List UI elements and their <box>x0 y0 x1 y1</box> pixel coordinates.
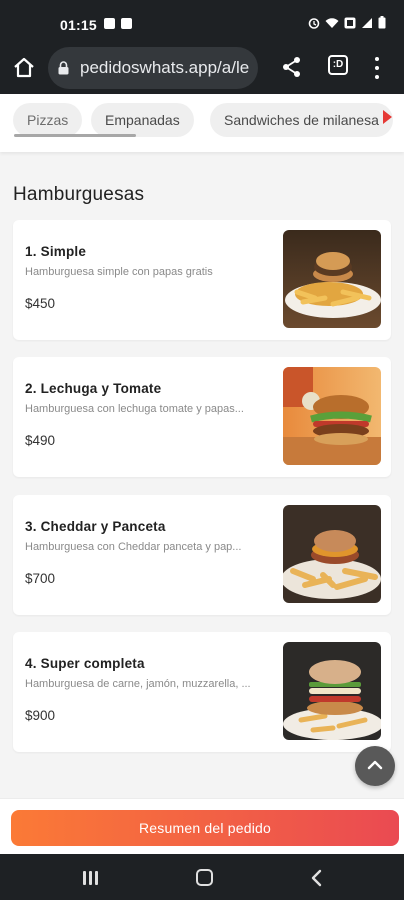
scroll-right-arrow-icon[interactable] <box>383 110 392 124</box>
category-tabs: Pizzas Empanadas Sandwiches de milanesa <box>0 94 404 152</box>
wifi-icon <box>325 17 339 28</box>
product-price: $450 <box>25 296 56 311</box>
url-text: pedidoswhats.app/a/le <box>80 58 250 77</box>
tabs-icon[interactable]: :D <box>328 55 348 75</box>
signal-icon <box>362 17 372 28</box>
browser-toolbar: pedidoswhats.app/a/le :D <box>0 42 404 94</box>
product-card[interactable]: 1. Simple Hamburguesa simple con papas g… <box>13 220 391 340</box>
data-icon <box>344 17 356 28</box>
product-price: $700 <box>25 571 56 586</box>
recents-icon[interactable] <box>83 871 99 885</box>
product-image <box>283 230 381 328</box>
order-footer: Resumen del pedido <box>0 798 404 854</box>
product-name: 3. Cheddar y Panceta <box>25 519 166 534</box>
status-bar: 01:15 <box>0 0 404 42</box>
product-description: Hamburguesa con lechuga tomate y papas..… <box>25 403 244 415</box>
status-icons <box>308 16 386 29</box>
product-card[interactable]: 2. Lechuga y Tomate Hamburguesa con lech… <box>13 357 391 477</box>
product-price: $490 <box>25 433 56 448</box>
address-bar[interactable]: pedidoswhats.app/a/le <box>48 47 258 89</box>
home-icon[interactable] <box>12 56 36 80</box>
category-scroll-indicator <box>14 134 136 137</box>
category-tab-pizzas[interactable]: Pizzas <box>13 103 83 137</box>
lock-icon <box>58 61 69 75</box>
more-vert-icon[interactable] <box>370 55 384 81</box>
scroll-to-top-button[interactable] <box>355 746 395 786</box>
product-description: Hamburguesa de carne, jamón, muzzarella,… <box>25 678 251 690</box>
product-price: $900 <box>25 708 56 723</box>
product-description: Hamburguesa simple con papas gratis <box>25 266 213 278</box>
share-icon[interactable] <box>282 56 302 78</box>
chevron-up-icon <box>367 760 383 770</box>
product-image <box>283 505 381 603</box>
product-name: 1. Simple <box>25 244 87 259</box>
category-tab-empanadas[interactable]: Empanadas <box>91 103 194 137</box>
app-notification-icon <box>121 18 132 29</box>
alarm-icon <box>308 17 320 29</box>
image-notification-icon <box>104 18 115 29</box>
product-image <box>283 367 381 465</box>
product-name: 2. Lechuga y Tomate <box>25 381 162 396</box>
section-title: Hamburguesas <box>13 184 145 205</box>
system-nav-bar <box>0 854 404 900</box>
product-card[interactable]: 4. Super completa Hamburguesa de carne, … <box>13 632 391 752</box>
product-card[interactable]: 3. Cheddar y Panceta Hamburguesa con Che… <box>13 495 391 615</box>
nav-home-icon[interactable] <box>196 869 213 886</box>
status-time: 01:15 <box>60 17 97 33</box>
product-image <box>283 642 381 740</box>
back-icon[interactable] <box>311 869 323 887</box>
product-description: Hamburguesa con Cheddar panceta y pap... <box>25 541 242 553</box>
order-summary-button[interactable]: Resumen del pedido <box>11 810 399 846</box>
battery-icon <box>378 16 386 29</box>
product-name: 4. Super completa <box>25 656 145 671</box>
category-tab-sandwiches[interactable]: Sandwiches de milanesa <box>210 103 393 137</box>
